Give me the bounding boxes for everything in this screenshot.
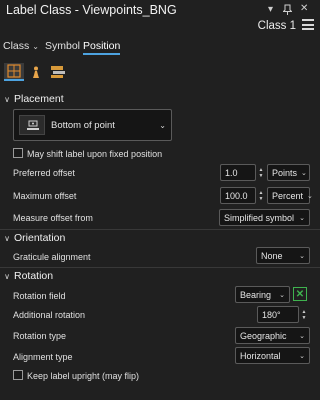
additional-rotation-stepper[interactable]: ▲ ▼	[299, 306, 309, 323]
preferred-offset-label: Preferred offset	[13, 168, 75, 178]
placement-grid-icon	[7, 64, 21, 78]
subtab-conflict[interactable]	[26, 63, 46, 81]
chess-piece-icon	[33, 66, 39, 78]
graticule-alignment-value: None	[261, 250, 283, 261]
rotation-field-label: Rotation field	[13, 291, 66, 301]
placement-value: Bottom of point	[51, 119, 115, 131]
chevron-down-icon: ∨	[4, 271, 10, 281]
chevron-down-icon: ⌄	[279, 291, 285, 299]
rotation-field-value: Bearing	[240, 289, 272, 300]
tab-class-label: Class	[3, 40, 30, 52]
tab-position[interactable]: Position	[83, 40, 121, 55]
menu-icon[interactable]	[302, 19, 314, 30]
preferred-offset-input[interactable]: 1.0	[220, 164, 256, 181]
graticule-alignment-select[interactable]: None ⌄	[256, 247, 310, 264]
chevron-down-icon: ⌄	[299, 332, 305, 340]
chevron-down-icon: ⌄	[307, 192, 313, 200]
maximum-offset-label: Maximum offset	[13, 191, 77, 201]
subtab-fitting[interactable]	[48, 63, 68, 81]
chevron-down-icon: ⌄	[32, 42, 39, 51]
rotation-section-header[interactable]: ∨ Rotation	[0, 267, 320, 285]
keep-upright-checkbox[interactable]	[13, 370, 23, 380]
placement-preview-icon	[19, 115, 45, 135]
orientation-heading: Orientation	[14, 232, 66, 244]
chevron-down-icon: ⌄	[301, 169, 307, 177]
additional-rotation-input[interactable]: 180°	[257, 306, 299, 323]
keep-upright-label: Keep label upright (may flip)	[27, 371, 140, 381]
preferred-offset-stepper[interactable]: ▲ ▼	[256, 164, 266, 181]
alignment-type-label: Alignment type	[13, 352, 73, 362]
preferred-offset-unit: Points	[272, 167, 298, 178]
chevron-down-icon: ⌄	[299, 214, 305, 222]
rotation-type-select[interactable]: Geographic ⌄	[235, 327, 310, 344]
tab-symbol[interactable]: Symbol	[45, 40, 80, 52]
alignment-type-select[interactable]: Horizontal ⌄	[235, 347, 310, 364]
maximum-offset-unit-select[interactable]: Percent ⌄	[267, 187, 313, 204]
chevron-down-icon: ⌄	[299, 352, 305, 360]
chevron-down-icon: ⌄	[159, 120, 166, 130]
pin-icon[interactable]	[282, 4, 293, 18]
chevron-down-icon: ⌄	[299, 252, 305, 260]
tab-class[interactable]: Class ⌄	[3, 40, 39, 52]
label-stack-icon	[51, 66, 65, 78]
close-icon[interactable]: ✕	[300, 4, 308, 14]
rotation-field-select[interactable]: Bearing ⌄	[235, 286, 290, 303]
maximum-offset-stepper[interactable]: ▲ ▼	[256, 187, 266, 204]
chevron-down-icon: ∨	[4, 94, 10, 104]
measure-offset-label: Measure offset from	[13, 213, 93, 223]
rotation-type-value: Geographic	[240, 330, 287, 341]
measure-offset-value: Simplified symbol	[224, 212, 295, 223]
alignment-type-value: Horizontal	[240, 350, 281, 361]
may-shift-label: May shift label upon fixed position	[27, 149, 163, 159]
graticule-alignment-label: Graticule alignment	[13, 252, 91, 262]
measure-offset-select[interactable]: Simplified symbol ⌄	[219, 209, 310, 226]
placement-heading: Placement	[14, 93, 64, 105]
maximum-offset-unit: Percent	[272, 190, 304, 201]
preferred-offset-unit-select[interactable]: Points ⌄	[267, 164, 310, 181]
rotation-type-label: Rotation type	[13, 331, 67, 341]
rotation-heading: Rotation	[14, 270, 54, 282]
window-title: Label Class - Viewpoints_BNG	[6, 3, 177, 17]
placement-section-header[interactable]: ∨ Placement	[0, 90, 320, 108]
placement-select[interactable]: Bottom of point ⌄	[13, 109, 172, 141]
chevron-down-icon[interactable]: ▾	[268, 5, 273, 15]
maximum-offset-input[interactable]: 100.0	[220, 187, 256, 204]
chevron-down-icon: ∨	[4, 233, 10, 243]
class-name: Class 1	[257, 20, 296, 32]
may-shift-checkbox[interactable]	[13, 148, 23, 158]
expression-icon[interactable]: ✕	[293, 287, 307, 301]
subtab-placement[interactable]	[4, 63, 24, 81]
orientation-section-header[interactable]: ∨ Orientation	[0, 229, 320, 247]
additional-rotation-label: Additional rotation	[13, 310, 86, 320]
